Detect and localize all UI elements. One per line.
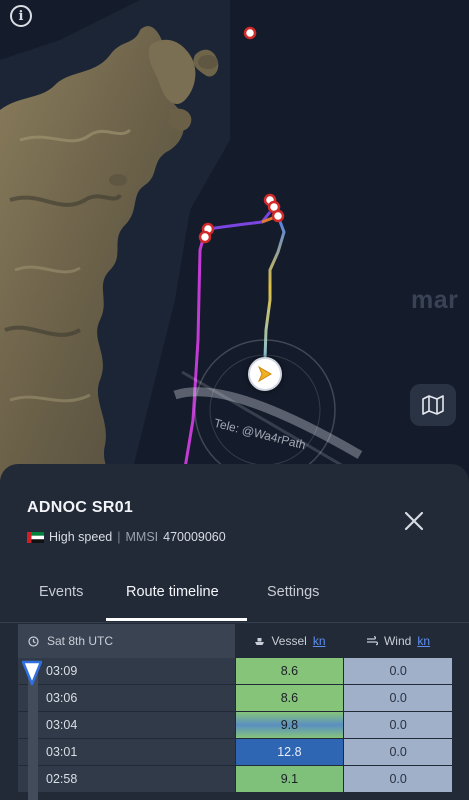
row-time: 03:01	[18, 739, 235, 765]
wind-col-label: Wind	[383, 634, 412, 648]
date-label: Sat 8th UTC	[47, 634, 114, 648]
row-vessel-speed: 8.6	[235, 658, 344, 684]
route-timeline-table: Sat 8th UTC Vessel kn Wind kn 03:09 8.6	[18, 624, 452, 793]
vessel-meta: High speed | MMSI 470009060	[27, 530, 226, 544]
vessel-panel: ADNOC SR01 High speed | MMSI 470009060 E…	[0, 464, 469, 800]
mmsi-value: 470009060	[163, 530, 226, 544]
row-vessel-speed: 9.8	[235, 712, 344, 738]
row-time: 03:04	[18, 712, 235, 738]
row-time: 03:06	[18, 685, 235, 711]
vessel-status: High speed	[49, 530, 113, 544]
clock-icon	[28, 635, 39, 647]
map-layers-icon	[422, 395, 444, 415]
tab-settings[interactable]: Settings	[267, 584, 319, 600]
info-icon[interactable]: i	[10, 5, 32, 27]
uae-flag-icon	[27, 531, 44, 543]
vessel-name: ADNOC SR01	[27, 499, 134, 516]
wind-icon	[366, 636, 378, 646]
row-time: 03:09	[18, 658, 235, 684]
satellite-terrain	[0, 0, 469, 480]
row-vessel-speed: 8.6	[235, 685, 344, 711]
meta-separator: |	[117, 530, 121, 544]
brand-watermark: mar	[411, 286, 459, 314]
row-wind-speed: 0.0	[344, 712, 452, 738]
active-tab-indicator	[106, 618, 247, 621]
close-icon[interactable]	[400, 507, 428, 535]
ship-icon	[255, 638, 265, 645]
vessel-col-label: Vessel	[271, 634, 307, 648]
row-wind-speed: 0.0	[344, 766, 452, 792]
vessel-arrow-icon	[257, 365, 272, 383]
timeline-scrub-handle[interactable]	[22, 660, 42, 686]
map-layers-button[interactable]	[410, 384, 456, 426]
row-wind-speed: 0.0	[344, 658, 452, 684]
tab-route-timeline[interactable]: Route timeline	[126, 584, 219, 600]
row-wind-speed: 0.0	[344, 739, 452, 765]
tab-events[interactable]: Events	[39, 584, 83, 600]
timeline-row[interactable]: 03:06 8.6 0.0	[18, 685, 452, 712]
vessel-speed-header: Vessel kn	[236, 624, 344, 658]
timeline-row[interactable]: 03:04 9.8 0.0	[18, 712, 452, 739]
date-header: Sat 8th UTC	[18, 624, 235, 658]
timeline-row[interactable]: 02:58 9.1 0.0	[18, 766, 452, 793]
vessel-unit-link[interactable]: kn	[313, 634, 326, 648]
timeline-header: Sat 8th UTC Vessel kn Wind kn	[18, 624, 452, 658]
row-vessel-speed: 9.1	[235, 766, 344, 792]
wind-speed-header: Wind kn	[344, 624, 452, 658]
vessel-marker[interactable]	[248, 357, 282, 391]
timeline-row[interactable]: 03:09 8.6 0.0	[18, 658, 452, 685]
wind-unit-link[interactable]: kn	[417, 634, 430, 648]
map-view[interactable]: i mar Tele: @Wa4rPath	[0, 0, 469, 480]
timeline-row[interactable]: 03:01 12.8 0.0	[18, 739, 452, 766]
row-time: 02:58	[18, 766, 235, 792]
mmsi-label: MMSI	[125, 530, 159, 544]
tab-bar: Events Route timeline Settings	[0, 576, 469, 623]
row-wind-speed: 0.0	[344, 685, 452, 711]
row-vessel-speed: 12.8	[235, 739, 344, 765]
